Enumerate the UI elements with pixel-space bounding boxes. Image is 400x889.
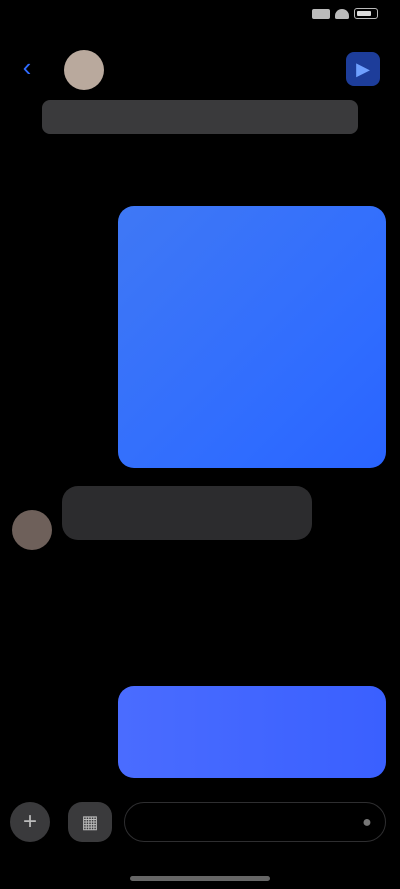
dictation-button[interactable]: ●: [354, 810, 380, 836]
sender-avatar[interactable]: [12, 510, 52, 550]
back-button[interactable]: ‹: [12, 52, 42, 82]
info-banner[interactable]: [42, 100, 358, 134]
signal-icon: [312, 8, 330, 19]
chevron-left-icon: ‹: [22, 51, 32, 82]
outgoing-message-bubble[interactable]: [118, 686, 386, 778]
incoming-message-bubble[interactable]: [62, 486, 312, 540]
contact-avatar[interactable]: [64, 50, 104, 90]
status-icons: [312, 8, 378, 19]
outgoing-message-bubble[interactable]: [118, 206, 386, 468]
apps-icon: ▦: [81, 811, 99, 832]
status-bar: [0, 0, 400, 34]
video-call-icon: ▶: [356, 58, 370, 79]
video-call-button[interactable]: ▶: [346, 52, 380, 86]
plus-icon: +: [22, 808, 37, 835]
add-attachment-button[interactable]: +: [10, 802, 50, 842]
conversation-header: ‹ ▶: [0, 42, 400, 94]
mic-icon: ●: [362, 814, 372, 831]
message-input[interactable]: [124, 802, 386, 842]
apps-button[interactable]: ▦: [68, 802, 112, 842]
message-composer: + ▦ ●: [0, 796, 400, 889]
home-indicator[interactable]: [130, 876, 270, 881]
wifi-icon: [335, 8, 349, 19]
battery-icon: [354, 8, 378, 19]
